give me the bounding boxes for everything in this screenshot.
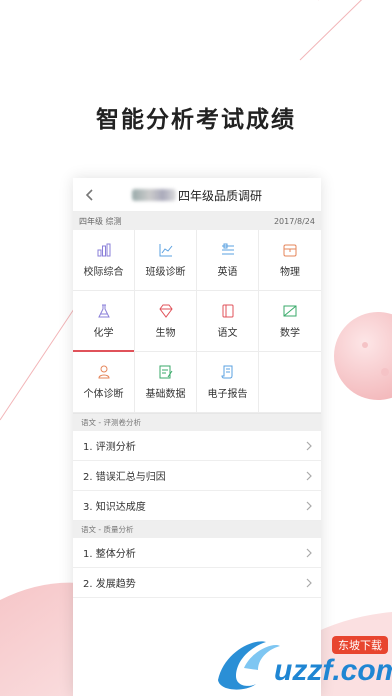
info-bar: 四年级 综测 2017/8/24 — [73, 212, 321, 230]
list-item-error-summary[interactable]: 2. 错误汇总与归因 — [73, 461, 321, 491]
grid-item-chemistry[interactable]: 化学 — [73, 291, 135, 352]
grid-item-individual-diagnosis[interactable]: 个体诊断 — [73, 352, 135, 413]
headline: 智能分析考试成绩 — [96, 107, 296, 133]
nav-bar: 四年级品质调研 — [73, 178, 321, 212]
exam-date: 2017/8/24 — [273, 216, 315, 226]
grid-item-empty — [259, 352, 321, 413]
data-edit-icon — [159, 365, 172, 379]
grid-item-physics[interactable]: 物理 — [259, 230, 321, 291]
phone-screen: 四年级品质调研 四年级 综测 2017/8/24 校际综合 班级诊断 英语 物理… — [73, 178, 321, 696]
chevron-right-icon — [306, 441, 312, 450]
section-header: 语文 - 质量分析 — [73, 521, 321, 538]
chevron-right-icon — [306, 578, 312, 587]
grade-info: 四年级 综测 — [79, 216, 122, 226]
uzzf-watermark-logo: uzzf.com 东坡下载 — [218, 636, 392, 690]
grid-item-e-report[interactable]: 电子报告 — [197, 352, 259, 413]
section-header: 语文 - 评测卷分析 — [73, 414, 321, 431]
list-item-knowledge-attainment[interactable]: 3. 知识达成度 — [73, 491, 321, 521]
person-icon — [97, 365, 110, 379]
grid-item-biology[interactable]: 生物 — [135, 291, 197, 352]
chevron-right-icon — [306, 501, 312, 510]
ruler-icon — [283, 305, 297, 317]
book-icon — [222, 304, 233, 318]
diamond-icon — [158, 304, 173, 318]
subject-grid: 校际综合 班级诊断 英语 物理 化学 生物 语文 数学 个体诊断 基础数据 电子… — [73, 230, 321, 414]
scroll-icon — [220, 365, 232, 379]
trend-chart-icon — [159, 244, 172, 257]
list-item-development-trend[interactable]: 2. 发展趋势 — [73, 568, 321, 598]
list-item-overall-analysis[interactable]: 1. 整体分析 — [73, 538, 321, 568]
chevron-right-icon — [306, 548, 312, 557]
flask-icon — [97, 304, 110, 318]
grid-item-basic-data[interactable]: 基础数据 — [135, 352, 197, 413]
grid-item-math[interactable]: 数学 — [259, 291, 321, 352]
grid-item-english[interactable]: 英语 — [197, 230, 259, 291]
svg-text:uzzf.com: uzzf.com — [274, 654, 392, 687]
chevron-right-icon — [306, 471, 312, 480]
grid-item-chinese[interactable]: 语文 — [197, 291, 259, 352]
bar-chart-icon — [97, 243, 110, 257]
svg-text:东坡下载: 东坡下载 — [338, 639, 382, 652]
list-item-evaluation-analysis[interactable]: 1. 评测分析 — [73, 431, 321, 461]
box-icon — [283, 244, 297, 257]
grid-item-school-comparison[interactable]: 校际综合 — [73, 230, 135, 291]
blurred-school-name — [131, 189, 176, 201]
alphabet-icon — [221, 243, 234, 255]
grid-item-class-diagnosis[interactable]: 班级诊断 — [135, 230, 197, 291]
page-title-text: 四年级品质调研 — [177, 188, 262, 203]
page-title: 四年级品质调研 — [73, 178, 321, 212]
